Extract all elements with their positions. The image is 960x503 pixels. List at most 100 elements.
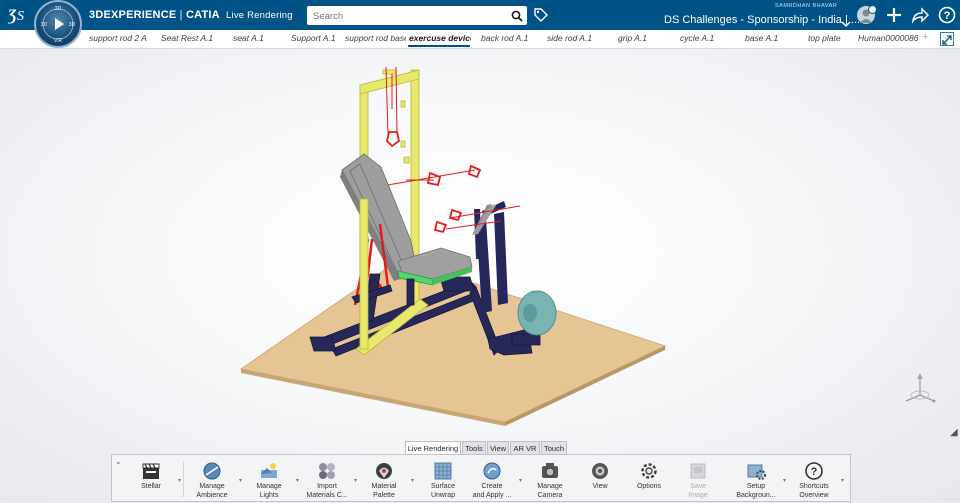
manage-ambience-label: Manage Ambience xyxy=(196,483,228,499)
more-arrow[interactable]: ▾ xyxy=(519,477,522,484)
manage-lights-button[interactable]: Manage Lights ▾ xyxy=(244,457,299,503)
tab-exercuse-device[interactable]: exercuse device xyxy=(409,33,471,43)
search-icon[interactable] xyxy=(511,9,523,27)
add-icon[interactable] xyxy=(885,6,903,29)
options-label: Options xyxy=(636,483,662,490)
action-bar: ⌄ Stellar ▾ Manage Ambience ▾ Manage Lig… xyxy=(111,454,851,502)
more-arrow[interactable]: ▾ xyxy=(178,477,181,484)
help-icon: ? xyxy=(803,460,825,482)
tab-support-rod-2[interactable]: support rod 2 A xyxy=(89,33,147,43)
stellar-button[interactable]: Stellar ▾ xyxy=(126,457,181,503)
clapperboard-icon xyxy=(140,460,162,482)
grip-handles xyxy=(426,164,482,234)
view-button[interactable]: View xyxy=(575,457,625,503)
setup-background-label: Setup Backgroun... xyxy=(736,483,776,499)
manage-ambience-button[interactable]: Manage Ambience ▾ xyxy=(187,457,242,503)
palette-icon xyxy=(373,460,395,482)
svg-text:?: ? xyxy=(944,10,951,22)
stellar-label: Stellar xyxy=(141,483,161,490)
gear-icon xyxy=(638,460,660,482)
save-image-button[interactable]: Save Image xyxy=(673,457,723,503)
collab-space-title[interactable]: DS Challenges - Sponsorship - India | ..… xyxy=(664,14,860,26)
view-lens-icon xyxy=(589,460,611,482)
manage-camera-button[interactable]: Manage Camera xyxy=(525,457,575,503)
user-name: SAMRDHAN BHAVAR xyxy=(775,3,838,9)
compass-top-label: 3D xyxy=(55,6,62,12)
tab-top-plate[interactable]: top plate xyxy=(808,33,844,43)
ambience-sphere-icon xyxy=(201,460,223,482)
tab-ar-vr[interactable]: AR VR xyxy=(510,441,540,454)
notification-badge xyxy=(868,5,877,14)
compass-bottom-label: V.R xyxy=(54,38,62,44)
search-box[interactable] xyxy=(307,6,527,25)
tab-touch[interactable]: Touch xyxy=(541,441,567,454)
exercise-device-model[interactable] xyxy=(0,49,960,502)
tab-side-rod[interactable]: side rod A.1 xyxy=(547,33,595,43)
more-arrow[interactable]: ▾ xyxy=(783,477,786,484)
setup-background-button[interactable]: Setup Backgroun... ▾ xyxy=(731,457,786,503)
create-apply-label: Create and Apply ... xyxy=(472,483,512,499)
setup-background-icon xyxy=(745,460,767,482)
more-arrow[interactable]: ▾ xyxy=(354,477,357,484)
3d-viewport[interactable]: ◢ xyxy=(0,49,960,502)
svg-text:Ʒ: Ʒ xyxy=(8,7,17,24)
compass-left-label: 3D xyxy=(41,22,48,28)
material-palette-button[interactable]: Material Palette ▾ xyxy=(359,457,414,503)
compass[interactable]: 3D 3D 3D V.R xyxy=(34,0,82,48)
camera-icon xyxy=(539,460,561,482)
tab-human[interactable]: Human0000086 xyxy=(858,33,918,43)
tab-base[interactable]: base A.1 xyxy=(745,33,781,43)
more-arrow[interactable]: ▾ xyxy=(296,477,299,484)
svg-text:S: S xyxy=(17,9,24,24)
tag-icon[interactable] xyxy=(533,7,549,28)
surface-unwrap-button[interactable]: Surface Unwrap xyxy=(418,457,468,503)
options-button[interactable]: Options xyxy=(624,457,674,503)
import-materials-button[interactable]: Import Materials C... ▾ xyxy=(302,457,357,503)
compass-right-label: 3D xyxy=(69,22,76,28)
shortcuts-overview-button[interactable]: ? Shortcuts Overview ▾ xyxy=(789,457,844,503)
tab-grip[interactable]: grip A.1 xyxy=(618,33,652,43)
tab-tools[interactable]: Tools xyxy=(462,441,486,454)
surface-unwrap-label: Surface Unwrap xyxy=(430,483,456,499)
toolbar-divider xyxy=(183,461,184,497)
search-input[interactable] xyxy=(311,8,505,24)
tab-support-rod-base[interactable]: support rod base xyxy=(345,33,406,43)
save-image-icon xyxy=(687,460,709,482)
tab-seat[interactable]: seat A.1 xyxy=(233,33,273,43)
more-arrow[interactable]: ▾ xyxy=(841,477,844,484)
brand: 3DEXPERIENCE | CATIA Live Rendering xyxy=(89,9,293,21)
collapse-arrow-icon[interactable]: ◢ xyxy=(950,427,958,438)
chevron-down-icon[interactable]: ⌄ xyxy=(115,457,122,466)
share-icon[interactable] xyxy=(911,6,930,29)
tab-back-rod[interactable]: back rod A.1 xyxy=(481,33,533,43)
brand-app: Live Rendering xyxy=(226,10,293,21)
tab-seat-rest[interactable]: Seat Rest A.1 xyxy=(161,33,217,43)
add-tab-button[interactable]: + xyxy=(922,31,928,43)
top-bar: ƷS 3DEXPERIENCE | CATIA Live Rendering S… xyxy=(0,0,960,30)
brand-separator: | xyxy=(179,9,183,21)
tab-view[interactable]: View xyxy=(487,441,509,454)
more-arrow[interactable]: ▾ xyxy=(411,477,414,484)
ds-logo[interactable]: ƷS xyxy=(6,4,30,29)
save-image-label: Save Image xyxy=(688,483,708,499)
grid-icon xyxy=(432,460,454,482)
import-materials-label: Import Materials C... xyxy=(306,483,348,499)
materials-spheres-icon xyxy=(316,460,338,482)
more-arrow[interactable]: ▾ xyxy=(239,477,242,484)
tab-support[interactable]: Support A.1 xyxy=(291,33,339,43)
avatar[interactable] xyxy=(857,5,877,24)
tab-bar: support rod 2 A Seat Rest A.1 seat A.1 S… xyxy=(0,30,960,49)
view-axis-icon[interactable] xyxy=(900,371,940,414)
tab-live-rendering[interactable]: Live Rendering xyxy=(405,441,461,454)
brand-product: CATIA xyxy=(185,9,220,21)
svg-text:?: ? xyxy=(811,466,818,478)
help-icon[interactable]: ? xyxy=(938,6,956,29)
expand-icon[interactable] xyxy=(940,32,954,46)
view-label: View xyxy=(592,483,608,490)
shortcuts-overview-label: Shortcuts Overview xyxy=(799,483,829,499)
create-apply-button[interactable]: Create and Apply ... ▾ xyxy=(467,457,522,503)
lights-icon xyxy=(258,460,280,482)
tab-cycle[interactable]: cycle A.1 xyxy=(680,33,720,43)
brand-name: 3DEXPERIENCE xyxy=(89,9,177,21)
apply-material-icon xyxy=(481,460,503,482)
